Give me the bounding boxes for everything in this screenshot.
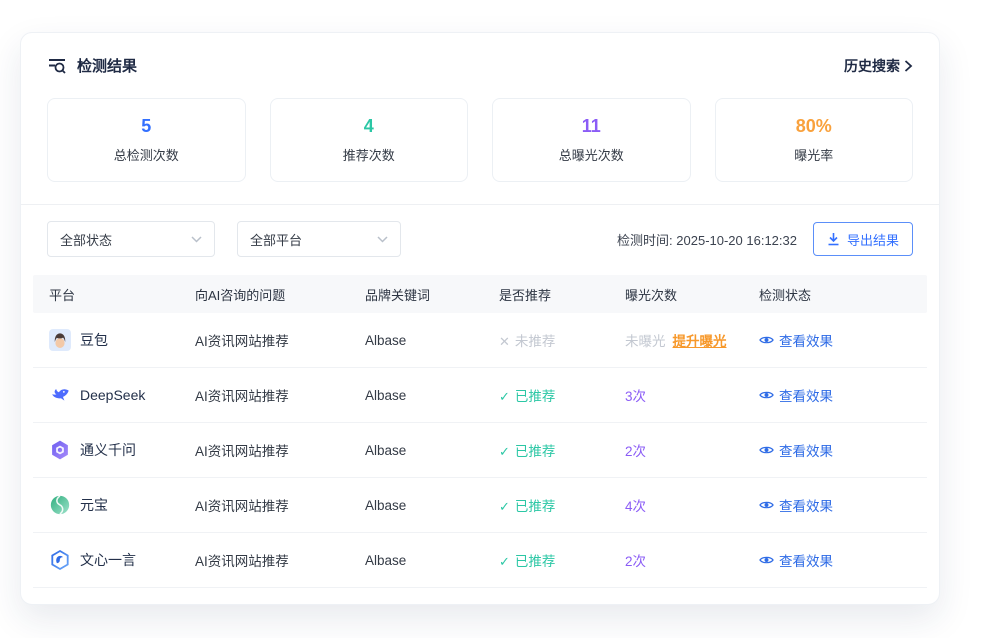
platform-select-value: 全部平台 xyxy=(250,230,302,249)
check-icon: ✓ xyxy=(499,444,510,459)
eye-icon xyxy=(759,389,774,401)
view-effect-link[interactable]: 查看效果 xyxy=(759,385,833,405)
stat-value: 80% xyxy=(796,116,832,137)
table-row: 文心一言 AI资讯网站推荐 Albase ✓已推荐 2次 查看效果 xyxy=(33,533,927,588)
export-results-label: 导出结果 xyxy=(847,230,899,249)
cross-icon: ✕ xyxy=(499,334,510,349)
view-effect-link[interactable]: 查看效果 xyxy=(759,330,833,350)
stat-label: 总检测次数 xyxy=(114,145,179,164)
stat-card-total-exposures: 11 总曝光次数 xyxy=(492,98,691,182)
tongyi-logo-icon xyxy=(49,439,71,461)
view-effect-link[interactable]: 查看效果 xyxy=(759,440,833,460)
exposure-text: 未曝光 xyxy=(625,334,666,349)
eye-icon xyxy=(759,554,774,566)
table-row: DeepSeek AI资讯网站推荐 Albase ✓已推荐 3次 查看效果 xyxy=(33,368,927,423)
question-cell: AI资讯网站推荐 xyxy=(179,550,349,570)
stat-label: 总曝光次数 xyxy=(559,145,624,164)
history-search-link[interactable]: 历史搜索 xyxy=(844,56,913,76)
boost-exposure-link[interactable]: 提升曝光 xyxy=(673,334,727,349)
question-cell: AI资讯网站推荐 xyxy=(179,330,349,350)
download-icon xyxy=(827,232,840,246)
eye-icon xyxy=(759,499,774,511)
stat-label: 推荐次数 xyxy=(343,145,395,164)
stat-card-exposure-rate: 80% 曝光率 xyxy=(715,98,914,182)
col-header-question: 向AI咨询的问题 xyxy=(179,285,349,304)
check-icon: ✓ xyxy=(499,554,510,569)
recommend-cell: ✓已推荐 xyxy=(483,550,609,570)
col-header-platform: 平台 xyxy=(33,285,179,304)
col-header-keyword: 品牌关键词 xyxy=(349,285,483,304)
detect-time-text: 检测时间: 2025-10-20 16:12:32 xyxy=(617,230,797,249)
keyword-cell: Albase xyxy=(349,443,483,458)
table-row: 豆包 AI资讯网站推荐 Albase ✕未推荐 未曝光提升曝光 查看效果 xyxy=(33,313,927,368)
check-icon: ✓ xyxy=(499,499,510,514)
export-results-button[interactable]: 导出结果 xyxy=(813,222,913,256)
filter-row: 全部状态 全部平台 检测时间: 2025-10-20 16:12:32 导出结果 xyxy=(21,205,939,273)
stat-label: 曝光率 xyxy=(794,145,833,164)
table-row: 元宝 AI资讯网站推荐 Albase ✓已推荐 4次 查看效果 xyxy=(33,478,927,533)
keyword-cell: Albase xyxy=(349,498,483,513)
col-header-exposure: 曝光次数 xyxy=(609,285,743,304)
col-header-status: 检测状态 xyxy=(743,285,927,304)
card-header: 检测结果 历史搜索 xyxy=(21,33,939,92)
yuanbao-logo-icon xyxy=(49,494,71,516)
doubao-avatar xyxy=(49,329,71,351)
question-cell: AI资讯网站推荐 xyxy=(179,495,349,515)
platform-name: 通义千问 xyxy=(80,440,136,460)
keyword-cell: Albase xyxy=(349,388,483,403)
stat-value: 5 xyxy=(141,116,151,137)
results-table: 平台 向AI咨询的问题 品牌关键词 是否推荐 曝光次数 检测状态 豆包 AI资讯… xyxy=(33,275,927,588)
platform-name: 元宝 xyxy=(80,495,108,515)
stat-value: 11 xyxy=(582,116,601,137)
question-cell: AI资讯网站推荐 xyxy=(179,385,349,405)
search-list-icon xyxy=(47,56,67,76)
status-select-value: 全部状态 xyxy=(60,230,112,249)
recommend-cell: ✓已推荐 xyxy=(483,495,609,515)
platform-name: 豆包 xyxy=(80,330,108,350)
chevron-right-icon xyxy=(904,60,913,72)
recommend-cell: ✓已推荐 xyxy=(483,385,609,405)
view-effect-link[interactable]: 查看效果 xyxy=(759,550,833,570)
recommend-cell: ✓已推荐 xyxy=(483,440,609,460)
stat-card-total-detections: 5 总检测次数 xyxy=(47,98,246,182)
chevron-down-icon xyxy=(377,236,388,243)
stats-row: 5 总检测次数 4 推荐次数 11 总曝光次数 80% 曝光率 xyxy=(21,92,939,204)
exposure-cell: 3次 xyxy=(609,385,743,405)
exposure-cell: 未曝光提升曝光 xyxy=(609,330,743,350)
wenxin-logo-icon xyxy=(49,549,71,571)
table-header-row: 平台 向AI咨询的问题 品牌关键词 是否推荐 曝光次数 检测状态 xyxy=(33,275,927,313)
exposure-cell: 2次 xyxy=(609,440,743,460)
eye-icon xyxy=(759,444,774,456)
exposure-cell: 2次 xyxy=(609,550,743,570)
stat-value: 4 xyxy=(364,116,374,137)
exposure-cell: 4次 xyxy=(609,495,743,515)
platform-select[interactable]: 全部平台 xyxy=(237,221,401,257)
keyword-cell: Albase xyxy=(349,553,483,568)
check-icon: ✓ xyxy=(499,389,510,404)
recommend-cell: ✕未推荐 xyxy=(483,330,609,350)
deepseek-whale-icon xyxy=(49,384,71,406)
page-title: 检测结果 xyxy=(77,55,137,76)
col-header-recommend: 是否推荐 xyxy=(483,285,609,304)
history-search-label: 历史搜索 xyxy=(844,56,900,76)
eye-icon xyxy=(759,334,774,346)
platform-name: 文心一言 xyxy=(80,550,136,570)
stat-card-recommend-count: 4 推荐次数 xyxy=(270,98,469,182)
question-cell: AI资讯网站推荐 xyxy=(179,440,349,460)
status-select[interactable]: 全部状态 xyxy=(47,221,215,257)
keyword-cell: Albase xyxy=(349,333,483,348)
table-row: 通义千问 AI资讯网站推荐 Albase ✓已推荐 2次 查看效果 xyxy=(33,423,927,478)
view-effect-link[interactable]: 查看效果 xyxy=(759,495,833,515)
chevron-down-icon xyxy=(191,236,202,243)
platform-name: DeepSeek xyxy=(80,387,145,403)
detection-results-card: 检测结果 历史搜索 5 总检测次数 4 推荐次数 11 总曝光次数 80% 曝光… xyxy=(20,32,940,605)
